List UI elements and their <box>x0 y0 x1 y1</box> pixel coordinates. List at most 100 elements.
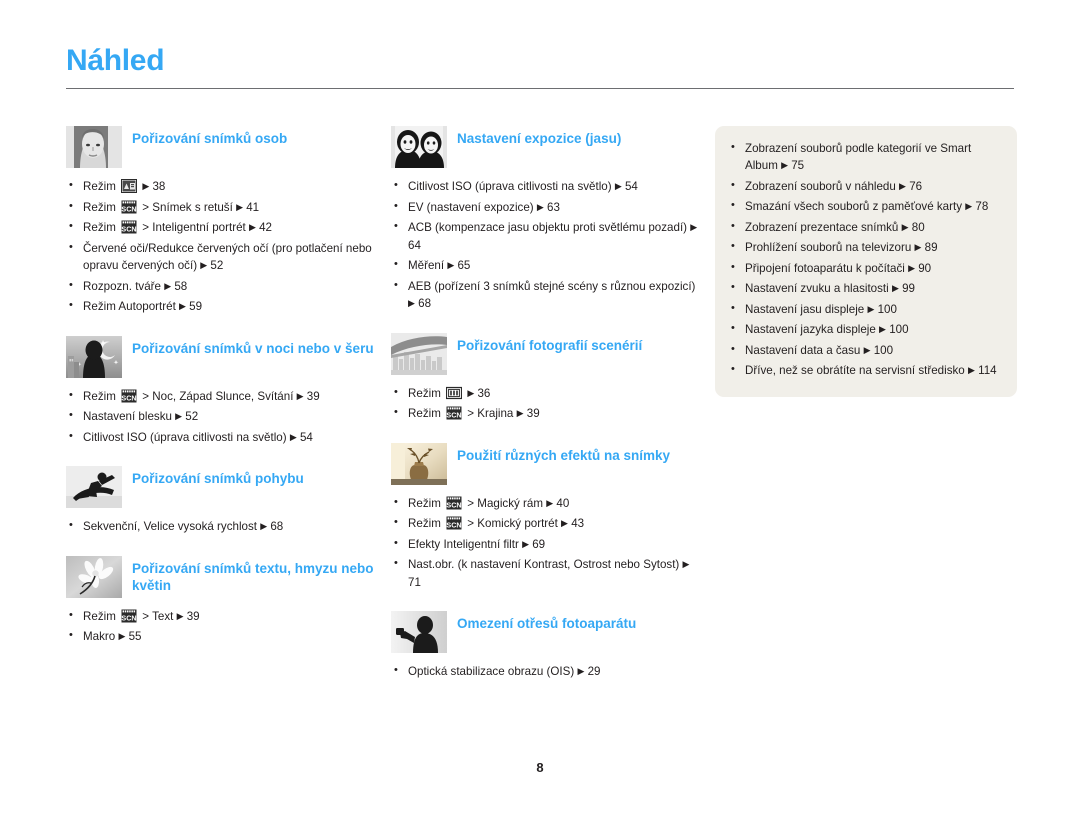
list-item[interactable]: Režim ▶ 38 <box>66 177 376 196</box>
list-item[interactable]: Nastavení jazyka displeje ▶ 100 <box>727 320 1001 338</box>
svg-text:SCN: SCN <box>121 224 136 233</box>
section-header: Nastavení expozice (jasu) <box>391 126 701 172</box>
list-text: 43 <box>567 517 585 530</box>
list-item[interactable]: Režim SCN > Krajina ▶ 39 <box>391 404 701 423</box>
list-text: Citlivost ISO (úprava citlivosti na svět… <box>408 180 615 193</box>
list-text: 38 <box>149 180 166 193</box>
section-header: Omezení otřesů fotoaparátu <box>391 611 701 657</box>
scene-scn-mode-icon: SCN <box>121 609 137 623</box>
list-item[interactable]: Nast.obr. (k nastavení Kontrast, Ostrost… <box>391 555 701 591</box>
list-text: Červené oči/Redukce červených očí (pro p… <box>83 241 372 273</box>
list-text: 36 <box>474 386 491 400</box>
list-item[interactable]: Červené oči/Redukce červených očí (pro p… <box>66 239 376 275</box>
list-item[interactable]: Režim SCN > Magický rám ▶ 40 <box>391 494 701 513</box>
list-item[interactable]: Zobrazení prezentace snímků ▶ 80 <box>727 218 1001 236</box>
page-ref-arrow-icon: ▶ <box>516 408 524 418</box>
page-ref-arrow-icon: ▶ <box>879 324 886 334</box>
list-item[interactable]: Nastavení blesku ▶ 52 <box>66 407 376 426</box>
list-item[interactable]: AEB (pořízení 3 snímků stejné scény s rů… <box>391 277 701 313</box>
list-item[interactable]: Režim SCN > Snímek s retuší ▶ 41 <box>66 198 376 217</box>
list-text: ACB (kompenzace jasu objektu proti světl… <box>408 221 691 234</box>
camera-shake-person-icon <box>391 611 447 653</box>
section-link-list: Režim ▶ 36Režim SCN > Krajina ▶ 39 <box>391 384 701 423</box>
list-item[interactable]: EV (nastavení expozice) ▶ 63 <box>391 198 701 217</box>
list-text: Režim <box>408 517 445 530</box>
list-item[interactable]: Sekvenční, Velice vysoká rychlost ▶ 68 <box>66 517 376 536</box>
list-item[interactable]: Citlivost ISO (úprava citlivosti na svět… <box>66 428 376 447</box>
list-text: 58 <box>171 279 188 293</box>
list-item[interactable]: Smazání všech souborů z paměťové karty ▶… <box>727 197 1001 215</box>
list-text: Připojení fotoaparátu k počítači <box>745 261 909 275</box>
scene-scn-mode-icon: SCN <box>121 220 137 234</box>
list-text: 76 <box>905 179 923 193</box>
list-text: 68 <box>267 520 284 533</box>
page-ref-arrow-icon: ▶ <box>690 222 698 232</box>
section-title[interactable]: Pořizování snímků textu, hmyzu nebo květ… <box>132 556 376 594</box>
list-item[interactable]: Režim Autoportrét ▶ 59 <box>66 297 376 316</box>
section-link-list: Režim SCN > Noc, Západ Slunce, Svítání ▶… <box>66 387 376 447</box>
list-text: 40 <box>553 496 570 510</box>
page-ref-arrow-icon: ▶ <box>248 222 256 232</box>
list-text: Nastavení data a času <box>745 343 864 357</box>
list-item[interactable]: Zobrazení souborů v náhledu ▶ 76 <box>727 177 1001 195</box>
list-text: > Krajina <box>464 407 517 420</box>
list-item[interactable]: Citlivost ISO (úprava citlivosti na svět… <box>391 177 701 196</box>
column-right: Zobrazení souborů podle kategorií ve Sma… <box>715 126 1017 397</box>
list-text: Nastavení jazyka displeje <box>745 323 880 336</box>
section-header: Pořizování snímků v noci nebo v šeru <box>66 335 376 382</box>
list-text: Zobrazení souborů v náhledu <box>745 179 900 193</box>
section-title[interactable]: Omezení otřesů fotoaparátu <box>457 611 701 632</box>
page-ref-arrow-icon: ▶ <box>536 201 544 212</box>
list-item[interactable]: Měření ▶ 65 <box>391 256 701 275</box>
list-item[interactable]: Rozpozn. tváře ▶ 58 <box>66 277 376 296</box>
list-item[interactable]: Prohlížení souborů na televizoru ▶ 89 <box>727 238 1001 256</box>
list-item[interactable]: Zobrazení souborů podle kategorií ve Sma… <box>727 139 1001 174</box>
list-text: Režim <box>83 389 120 403</box>
list-text: > Text <box>139 609 177 623</box>
manual-page: Náhled Pořizování snímků osobRežim ▶ 38R… <box>0 0 1080 815</box>
list-item[interactable]: Režim SCN > Text ▶ 39 <box>66 607 376 626</box>
page-ref-arrow-icon: ▶ <box>176 610 184 621</box>
list-item[interactable]: Optická stabilizace obrazu (OIS) ▶ 29 <box>391 662 701 681</box>
list-text: 39 <box>183 609 200 623</box>
list-text: Režim <box>408 386 445 400</box>
section-link-list: Režim SCN > Magický rám ▶ 40Režim SCN > … <box>391 494 701 592</box>
list-text: 52 <box>207 259 224 272</box>
section-title[interactable]: Nastavení expozice (jasu) <box>457 126 701 147</box>
list-item[interactable]: Nastavení data a času ▶ 100 <box>727 341 1001 359</box>
sepia-vase-effects-icon <box>391 442 447 485</box>
list-text: Nastavení zvuku a hlasitosti <box>745 282 892 295</box>
section-header: Pořizování fotografií scenérií <box>391 332 701 379</box>
list-text: Optická stabilizace obrazu (OIS) <box>408 665 578 678</box>
list-item[interactable]: ACB (kompenzace jasu objektu proti světl… <box>391 218 701 254</box>
list-text: Režim <box>408 407 445 420</box>
program-mode-icon <box>446 386 463 400</box>
list-text: 64 <box>408 238 421 252</box>
list-text: Režim <box>83 180 120 193</box>
section-link-list: Sekvenční, Velice vysoká rychlost ▶ 68 <box>66 517 376 536</box>
list-text: Režim <box>83 221 120 234</box>
section-title[interactable]: Pořizování snímků pohybu <box>132 466 376 487</box>
page-ref-arrow-icon: ▶ <box>901 221 909 232</box>
list-item[interactable]: Makro ▶ 55 <box>66 627 376 646</box>
list-text: 78 <box>972 200 989 213</box>
page-ref-arrow-icon: ▶ <box>236 201 243 212</box>
list-item[interactable]: Režim ▶ 36 <box>391 384 701 403</box>
list-item[interactable]: Režim SCN > Noc, Západ Slunce, Svítání ▶… <box>66 387 376 406</box>
list-item[interactable]: Režim SCN > Inteligentní portrét ▶ 42 <box>66 218 376 237</box>
list-item[interactable]: Nastavení zvuku a hlasitosti ▶ 99 <box>727 279 1001 297</box>
section: Omezení otřesů fotoaparátu Optická stabil… <box>391 611 701 681</box>
list-item[interactable]: Dříve, než se obrátíte na servisní střed… <box>727 361 1001 379</box>
list-item[interactable]: Připojení fotoaparátu k počítači ▶ 90 <box>727 259 1001 277</box>
section-title[interactable]: Pořizování fotografií scenérií <box>457 333 701 354</box>
section-title[interactable]: Pořizování snímků v noci nebo v šeru <box>132 336 376 357</box>
page-ref-arrow-icon: ▶ <box>863 344 871 355</box>
section-title[interactable]: Pořizování snímků osob <box>132 126 376 147</box>
list-text: 69 <box>528 537 546 551</box>
section-title[interactable]: Použití různých efektů na snímky <box>457 443 701 464</box>
list-item[interactable]: Režim SCN > Komický portrét ▶ 43 <box>391 514 701 533</box>
list-item[interactable]: Efekty Inteligentní filtr ▶ 69 <box>391 535 701 554</box>
list-item[interactable]: Nastavení jasu displeje ▶ 100 <box>727 300 1001 318</box>
page-ref-arrow-icon: ▶ <box>899 180 906 191</box>
list-text: 80 <box>908 220 925 234</box>
